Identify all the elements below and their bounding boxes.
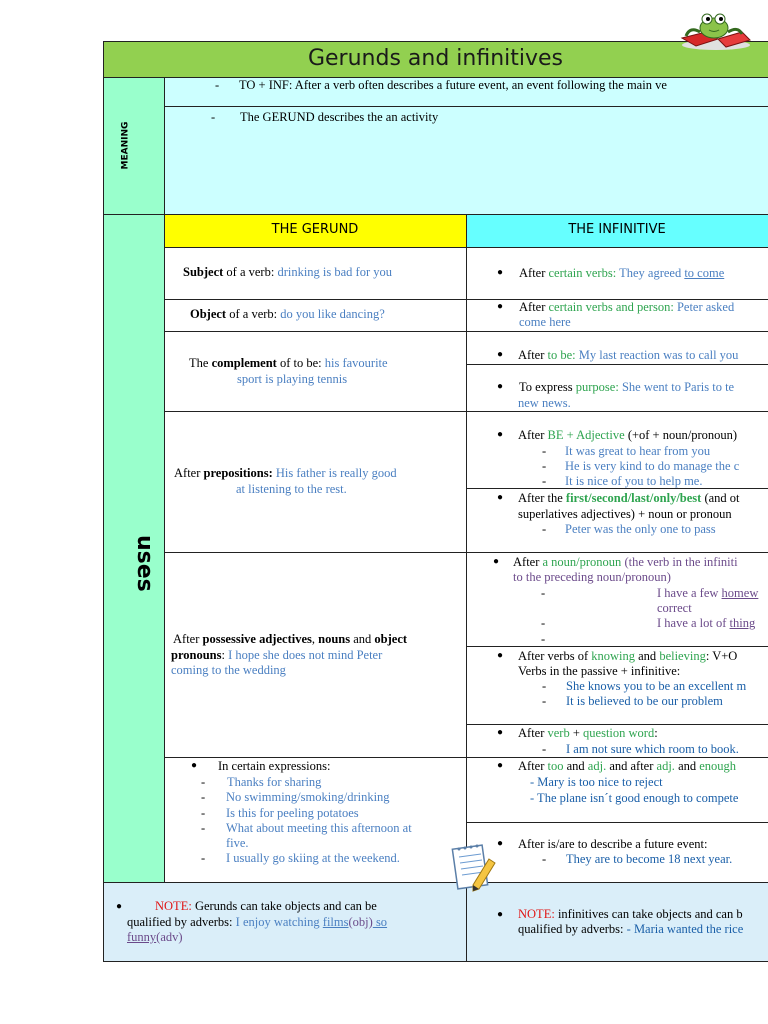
dash: - [541, 632, 546, 646]
bullet-icon: ● [191, 760, 198, 771]
meaning-side [103, 77, 164, 214]
dash: - [542, 852, 547, 866]
gerund-expression: five. [226, 836, 249, 850]
dash: - [542, 679, 547, 693]
inf-purpose-ex: new news. [518, 396, 571, 410]
dash: - [201, 775, 206, 789]
bullet-icon: ● [497, 267, 504, 278]
inf-question-word: After verb + question word: [518, 726, 658, 740]
dash: - [201, 821, 206, 835]
inf-future-event: After is/are to describe a future event: [518, 837, 708, 851]
inf-noun-ex-2: correct [657, 601, 692, 615]
gerund-note-2: qualified by adverbs: I enjoy watching f… [127, 915, 388, 929]
meaning-line-2: The GERUND describes the an activity [240, 110, 439, 124]
inf-knowing-ex: She knows you to be an excellent m [566, 679, 747, 693]
bullet-icon: ● [497, 760, 504, 771]
gerund-expression: Thanks for sharing [227, 775, 322, 789]
meaning-line-1: TO + INF: After a verb often describes a… [239, 78, 667, 92]
meaning-label: MEANING [120, 121, 131, 170]
dash: - [542, 474, 547, 488]
gerund-prepositions: After prepositions: His father is really… [174, 466, 397, 480]
infinitive-header-label: THE INFINITIVE [568, 222, 666, 237]
bullet-icon: ● [497, 650, 504, 661]
gerund-expressions: In certain expressions: [218, 759, 331, 773]
inf-be-adjective-ex: He is very kind to do manage the c [565, 459, 740, 473]
inf-note: NOTE: infinitives can take objects and c… [518, 907, 743, 921]
inf-question-word-ex: I am not sure which room to book. [566, 742, 739, 756]
inf-noun-ex-3: I have a lot of thing [657, 616, 756, 630]
inf-noun-pronoun: After a noun/pronoun (the verb in the in… [513, 555, 738, 569]
frog-reading-icon [680, 13, 751, 50]
bullet-icon: ● [493, 556, 500, 567]
gerund-expression: Is this for peeling potatoes [226, 806, 359, 820]
inf-noun-ex-1: I have a few homew [657, 586, 759, 600]
gerund-expression: No swimming/smoking/drinking [226, 790, 390, 804]
inf-superlatives-2: superlatives adjectives) + noun or prono… [518, 507, 732, 521]
inf-knowing-2: Verbs in the passive + infinitive: [518, 664, 681, 678]
bullet-icon: ● [497, 838, 504, 849]
gerund-object: Object of a verb: do you like dancing? [190, 307, 385, 321]
inf-note-2: qualified by adverbs: - Maria wanted the… [518, 922, 744, 936]
inf-future-event-ex: They are to become 18 next year. [566, 852, 733, 866]
inf-certain-verbs: After certain verbs: They agreed to come [519, 266, 725, 280]
gerund-expression: What about meeting this afternoon at [226, 821, 412, 835]
gerund-expression: I usually go skiing at the weekend. [226, 851, 400, 865]
gerund-possessive-2: pronouns: I hope she does not mind Peter [171, 648, 383, 662]
meaning-dash-2: - [211, 110, 216, 124]
inf-be-adjective-ex: It is nice of you to help me. [565, 474, 703, 488]
inf-too-enough-ex: - Mary is too nice to reject [530, 775, 663, 789]
bullet-icon: ● [497, 492, 504, 503]
bullet-icon: ● [497, 301, 504, 312]
inf-superlatives-ex: Peter was the only one to pass [565, 522, 716, 536]
inf-too-enough-ex: - The plane isn´t good enough to compete [530, 791, 739, 805]
gerund-subject: Subject of a verb: drinking is bad for y… [183, 265, 393, 279]
inf-to-be: After to be: My last reaction was to cal… [518, 348, 739, 362]
bullet-icon: ● [497, 349, 504, 360]
inf-purpose: To express purpose: She went to Paris to… [519, 380, 735, 394]
gerund-note: NOTE: Gerunds can take objects and can b… [155, 899, 377, 913]
dash: - [201, 806, 206, 820]
gerund-possessive: After possessive adjectives, nouns and o… [173, 632, 408, 646]
inf-knowing-ex: It is believed to be our problem [566, 694, 723, 708]
uses-label: uses [132, 535, 157, 592]
bullet-icon: ● [497, 381, 504, 392]
bullet-icon: ● [497, 429, 504, 440]
inf-be-adjective: After BE + Adjective (+of + noun/pronoun… [518, 428, 738, 442]
inf-superlatives: After the first/second/last/only/best (a… [518, 491, 740, 505]
gerund-possessive-ex: coming to the wedding [171, 663, 286, 677]
inf-verbs-person: After certain verbs and person: Peter as… [519, 300, 735, 314]
dash: - [541, 616, 546, 630]
inf-be-adjective-ex: It was great to hear from you [565, 444, 711, 458]
inf-knowing: After verbs of knowing and believing: V+… [518, 649, 738, 663]
dash: - [542, 742, 547, 756]
gerund-complement: The complement of to be: his favourite [189, 356, 388, 370]
dash: - [201, 851, 206, 865]
gerund-complement-ex: sport is playing tennis [237, 372, 348, 386]
inf-verbs-person-ex: come here [519, 315, 571, 329]
dash: - [542, 522, 547, 536]
bullet-icon: ● [497, 909, 504, 920]
bullet-icon: ● [116, 901, 123, 912]
inf-noun-pronoun-2: to the preceding noun/pronoun) [513, 570, 671, 584]
dash: - [201, 790, 206, 804]
inf-too-enough: After too and adj. and after adj. and en… [518, 759, 737, 773]
dash: - [542, 694, 547, 708]
dash: - [541, 586, 546, 600]
bullet-icon: ● [497, 727, 504, 738]
meaning-content [164, 77, 768, 214]
gerund-prepositions-ex: at listening to the rest. [236, 482, 347, 496]
gerund-note-3: funny(adv) [127, 930, 183, 944]
notepad-pencil-icon [451, 844, 496, 892]
page-title: Gerunds and infinitives [307, 46, 564, 71]
dash: - [542, 459, 547, 473]
meaning-dash-1: - [215, 78, 220, 92]
gerund-header-label: THE GERUND [271, 222, 359, 237]
dash: - [542, 444, 547, 458]
